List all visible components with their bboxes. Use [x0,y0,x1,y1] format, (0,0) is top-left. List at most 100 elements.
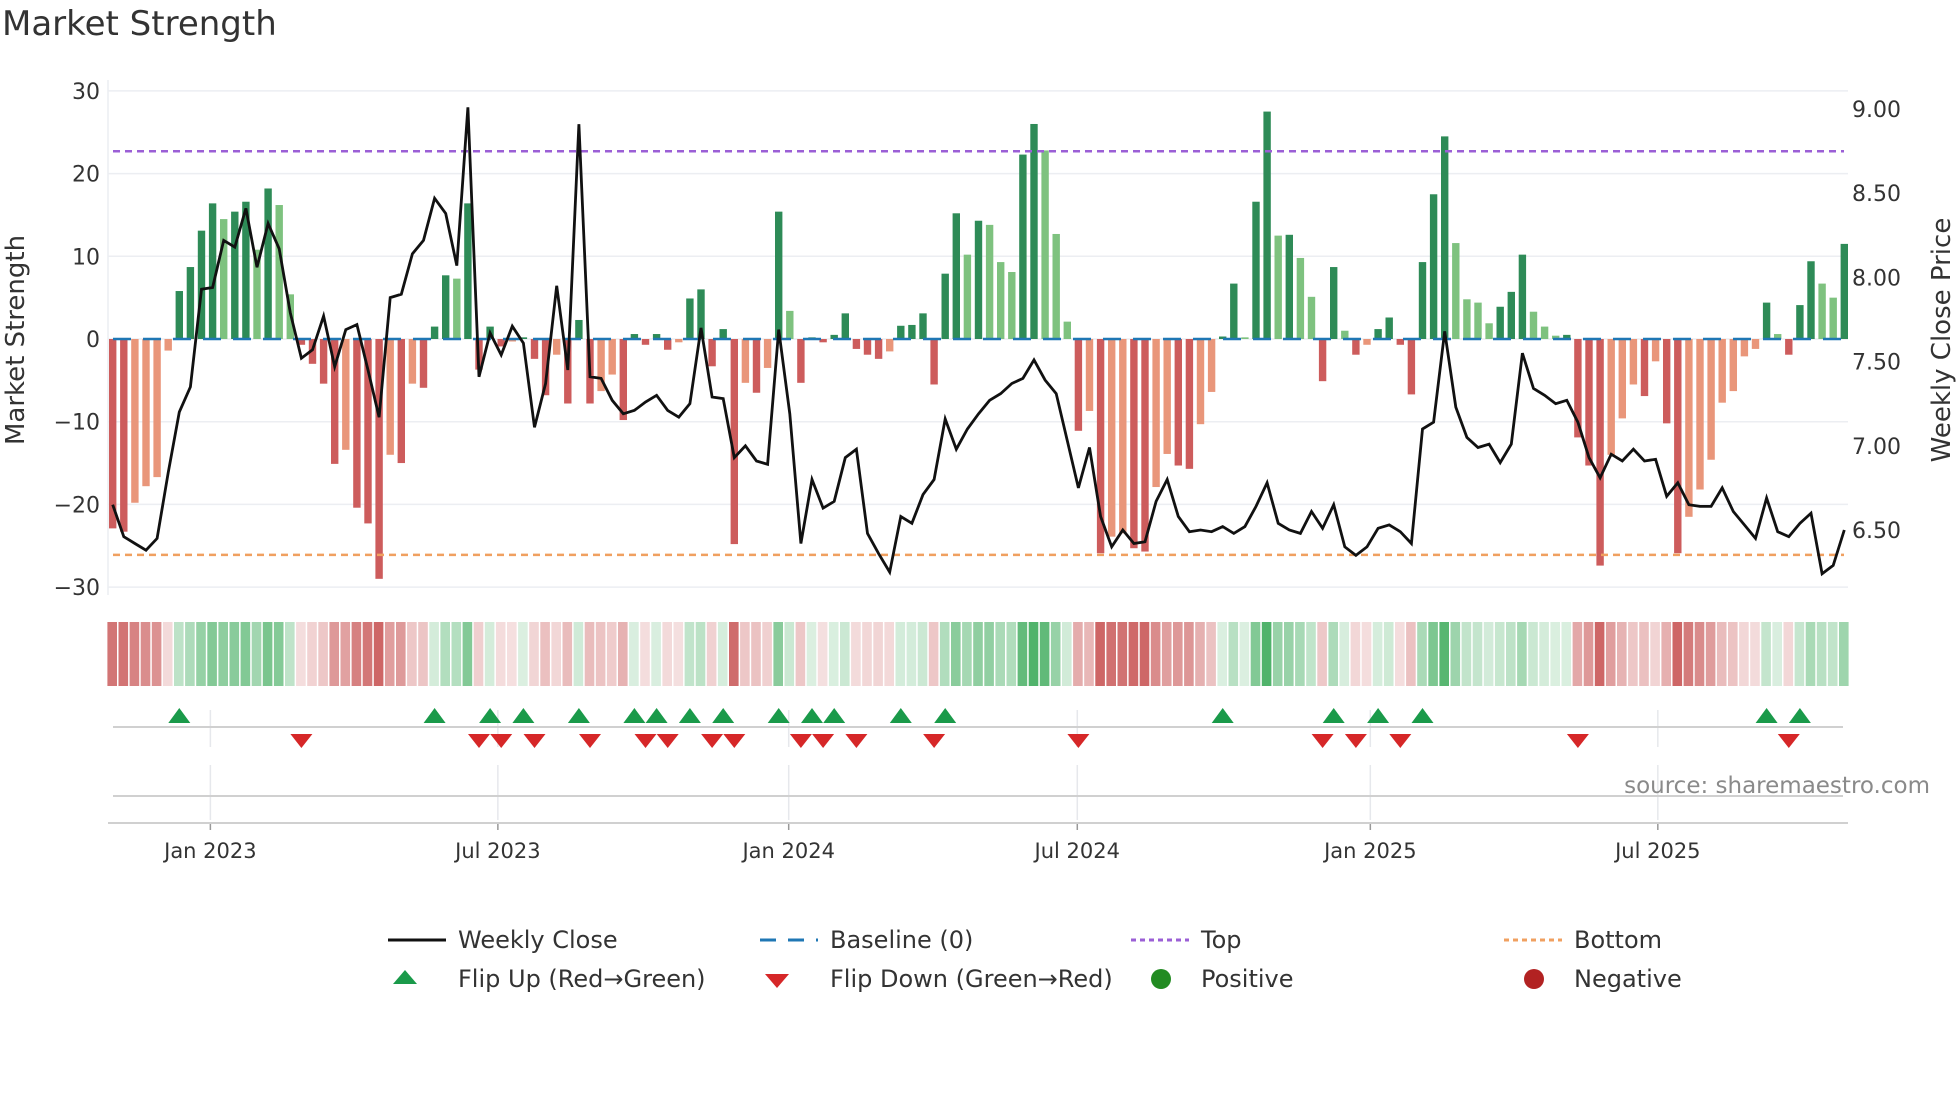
heat-strip-cell [1161,622,1172,686]
strength-bar-positive [442,275,450,339]
strength-bar-negative [153,339,161,478]
strength-bar-negative [1674,339,1682,554]
heat-strip-cell [1661,622,1671,686]
heat-strip-cell [151,622,162,686]
heat-strip-cell [717,622,728,686]
flip-up-marker [823,708,846,723]
strength-bar-negative [1318,339,1327,382]
heat-strip-cell [995,622,1005,686]
heat-strip-cell [174,622,184,686]
heat-strip-cell [1550,622,1560,686]
heat-strip-cell [1450,622,1461,686]
strength-bar-positive [175,291,183,339]
strength-bar-negative [1629,339,1638,385]
heat-strip-cell [1383,622,1394,686]
heat-strip-cell [629,622,639,686]
flip-down-marker [1777,734,1800,748]
x-tick-label: Jan 2025 [1322,839,1417,863]
heat-strip-cell [185,622,195,686]
strength-bar-negative [886,339,894,352]
strength-bar-negative [863,339,872,355]
heat-strip-cell [1483,622,1494,686]
strength-bar-positive [1796,305,1804,339]
strength-bar-positive [1474,302,1482,339]
flip-down-marker [634,734,657,748]
heat-strip-cell [1306,622,1316,686]
heat-strip-cell [451,622,462,686]
strength-bar-negative [1196,339,1205,425]
flip-down-marker [1311,734,1334,748]
strength-bar-positive [985,224,994,339]
heat-strip-cell [1106,622,1116,686]
heat-strip-cell [895,622,906,686]
strength-bar-negative [408,339,417,384]
heat-strip-cell [873,622,883,686]
heat-strip-cell [1805,622,1816,686]
heat-strip-cell [762,622,772,686]
strength-bar-positive [941,273,949,339]
flip-down-marker [789,734,812,748]
flip-down-marker [1344,734,1367,748]
strength-bar-positive [1052,233,1060,339]
heat-strip-cell [662,622,672,686]
heat-strip-cell [1406,622,1416,686]
heat-strip-cell [1350,622,1361,686]
strength-bar-negative [1141,339,1149,552]
heat-strip-cell [1173,622,1183,686]
strength-bar-positive [1540,326,1549,339]
strength-bar-negative [1108,339,1116,537]
heat-strip-cell [1339,622,1350,686]
strength-bar-negative [1718,339,1726,403]
strength-bar-positive [1330,267,1338,339]
strength-bar-negative [1607,339,1615,455]
strength-bar-positive [1807,261,1815,339]
strength-bar-positive [1041,150,1049,339]
strength-bar-negative [1119,339,1127,534]
flip-up-marker [934,708,957,723]
strength-bar-negative [1596,339,1604,566]
strength-bar-negative [109,339,117,529]
strength-bar-negative [1185,339,1194,469]
y-axis-label: Market Strength [1,235,31,445]
heat-strip-cell [1783,622,1794,686]
flip-down-marker [290,734,313,748]
heat-strip-cell [362,622,373,686]
strength-bar-negative [1352,339,1360,355]
strength-bar-positive [1429,194,1438,339]
strength-bar-positive [1529,311,1538,339]
heat-strip-cell [218,622,228,686]
heat-strip-cell [595,622,606,686]
heat-strip-cell [1239,622,1250,686]
heat-strip-cell [1539,622,1549,686]
strength-bar-positive [1252,201,1260,339]
heat-strip-cell [273,622,284,686]
heat-strip-cell [784,622,795,686]
heat-strip-cell [1395,622,1405,686]
strength-bar-negative [675,339,683,343]
y-tick-label: 0 [86,328,100,353]
strength-bar-positive [919,313,927,339]
strength-bar-positive [1008,272,1016,339]
strength-bar-negative [797,339,805,383]
strength-bar-negative [1130,339,1138,549]
heat-strip-cell [1650,622,1660,686]
heat-strip-cell [296,622,306,686]
strength-bar-negative [397,339,405,464]
heat-strip-cell [1739,622,1749,686]
y-tick-label: 10 [72,245,100,270]
heat-strip-cell [828,622,839,686]
heat-strip-cell [1716,622,1727,686]
strength-bar-negative [530,339,539,359]
y2-tick-label: 8.50 [1852,182,1901,207]
y2-axis-label: Weekly Close Price [1927,218,1957,463]
strength-bar-positive [1840,243,1848,339]
strength-bar-negative [1074,339,1083,431]
heat-strip-cell [1372,622,1383,686]
strength-bar-negative [319,339,328,384]
strength-bar-positive [1374,329,1382,339]
heat-strip-cell [1672,622,1683,686]
strength-bar-positive [1762,302,1771,339]
strength-bar-negative [386,339,394,455]
heat-strip-cell [1417,622,1427,686]
strength-bar-negative [1174,339,1182,466]
